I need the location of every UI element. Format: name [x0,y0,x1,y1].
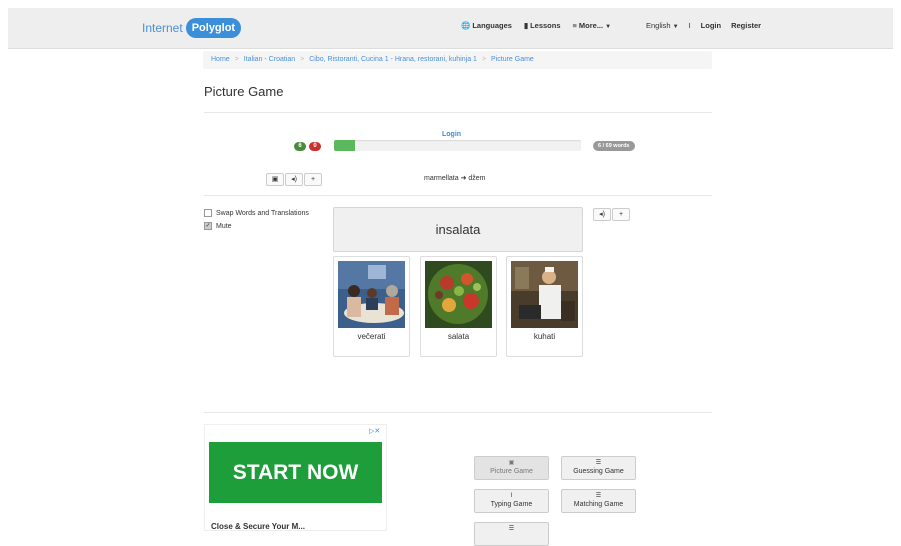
nav-languages[interactable]: 🌐 Languages [461,21,512,30]
swap-words-option[interactable]: Swap Words and Translations [204,209,309,217]
correct-count-badge: 6 [294,142,306,151]
login-prompt-link[interactable]: Login [442,131,461,138]
mute-checkbox[interactable]: ✓ [204,222,212,230]
ad-close-icon[interactable]: ▷✕ [369,427,380,435]
mute-option[interactable]: ✓ Mute [204,222,232,230]
card-label: večerati [357,332,386,341]
card-label: salata [447,332,470,341]
nav-more[interactable]: ≡ More... ▼ [573,21,612,30]
book-icon: ▮ [523,21,529,30]
list-icon: ☰ [595,493,602,499]
brand-text-internet: Internet [142,21,183,35]
brand-text-polyglot: Polyglot [185,18,242,38]
guessing-game-button[interactable]: ☰ Guessing Game [561,456,636,480]
nav-lessons[interactable]: ▮ Lessons [524,21,561,30]
card-label: kuhati [533,332,556,341]
breadcrumb-current[interactable]: Picture Game [491,56,534,63]
top-navbar: Internet Polyglot 🌐 Languages ▮ Lessons ≡ M… [8,8,893,49]
image-icon: ▣ [508,460,515,466]
plus-icon[interactable]: + [612,208,630,221]
image-icon[interactable]: ▣ [266,173,284,186]
words-count-badge: 6 / 69 words [593,141,635,151]
breadcrumb-lesson[interactable]: Cibo, Ristoranti, Cucina 1 - Hrana, rest… [309,56,477,63]
speaker-icon[interactable]: ◂) [285,173,303,186]
last-word-controls: ▣ ◂) + [266,173,323,186]
picture-game-button[interactable]: ▣ Picture Game [474,456,549,480]
divider [204,412,712,413]
login-link[interactable]: Login [701,21,721,30]
answer-card[interactable]: kuhati [506,256,583,357]
divider [204,112,712,113]
progress-bar [334,140,581,151]
list-icon: ☰ [508,526,515,532]
current-word: insalata [333,207,583,252]
typing-game-button[interactable]: I Typing Game [474,489,549,513]
register-link[interactable]: Register [731,21,761,30]
answer-card[interactable]: večerati [333,256,410,357]
advertisement[interactable]: ▷✕ START NOW Close & Secure Your M... [204,424,387,531]
main-nav: 🌐 Languages ▮ Lessons ≡ More... ▼ [461,21,611,30]
last-translation: marmellata ➜ džem [424,175,486,182]
caret-down-icon: ▼ [672,24,679,30]
word-controls: ◂) + [593,208,631,221]
breadcrumb: Home > Italian - Croatian > Cibo, Ristoranti… [203,51,712,69]
answer-card[interactable]: salata [420,256,497,357]
breadcrumb-language-pair[interactable]: Italian - Croatian [244,56,295,63]
caret-down-icon: ▼ [605,24,612,30]
progress-bar-fill [334,140,356,151]
globe-icon: 🌐 [461,21,471,30]
brand-logo[interactable]: Internet Polyglot [142,17,242,39]
ad-cta-button[interactable]: START NOW [209,442,382,503]
list-icon: ☰ [595,460,602,466]
dinner-photo [338,261,405,328]
more-game-button[interactable]: ☰ [474,522,549,546]
text-cursor-icon: I [510,493,513,499]
plus-icon[interactable]: + [304,173,322,186]
user-nav: English ▼ I Login Register [646,21,761,30]
ad-text: Close & Secure Your M... [211,522,305,531]
cooking-photo [511,261,578,328]
divider [204,195,712,196]
nav-separator: I [688,21,691,30]
swap-words-checkbox[interactable] [204,209,212,217]
breadcrumb-home[interactable]: Home [211,56,230,63]
speaker-icon[interactable]: ◂) [593,208,611,221]
menu-icon: ≡ [572,21,577,30]
page-title: Picture Game [204,84,284,99]
matching-game-button[interactable]: ☰ Matching Game [561,489,636,513]
language-dropdown[interactable]: English ▼ [646,21,679,30]
wrong-count-badge: 0 [309,142,321,151]
salad-photo [425,261,492,328]
